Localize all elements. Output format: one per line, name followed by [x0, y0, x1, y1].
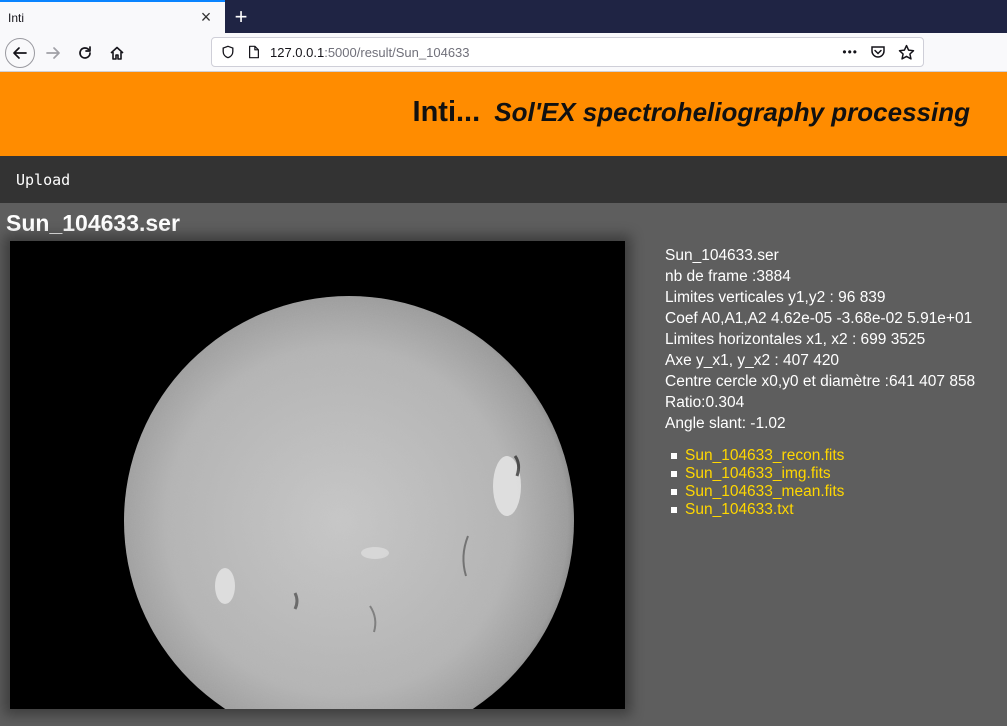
file-info: Sun_104633.ser nb de frame :3884 Limites…: [665, 245, 975, 434]
list-item: Sun_104633_img.fits: [671, 465, 844, 483]
file-link-txt[interactable]: Sun_104633.txt: [685, 501, 794, 519]
browser-tab-bar: Inti × +: [0, 0, 1007, 33]
main-content: Sun_104633.ser Sun_104633.ser nb de fram…: [0, 203, 1007, 709]
info-frame-count: nb de frame :3884: [665, 268, 791, 285]
browser-nav-bar: 127.0.0.1:5000/result/Sun_104633 •••: [0, 33, 1007, 72]
info-circle-center: Centre cercle x0,y0 et diamètre :641 407…: [665, 373, 976, 390]
forward-button[interactable]: [38, 38, 68, 68]
address-bar[interactable]: 127.0.0.1:5000/result/Sun_104633 •••: [211, 37, 924, 67]
app-subtitle: Sol'EX spectroheliography processing: [494, 97, 970, 127]
back-arrow-icon: [13, 47, 27, 59]
file-link-mean[interactable]: Sun_104633_mean.fits: [685, 483, 844, 501]
info-ratio: Ratio:0.304: [665, 394, 745, 411]
sun-image: [10, 241, 625, 709]
browser-tab[interactable]: Inti ×: [0, 0, 225, 33]
app-name: Inti...: [412, 96, 481, 128]
url-actions: •••: [842, 44, 915, 61]
sun-disk-image: [10, 241, 625, 709]
url-text[interactable]: 127.0.0.1:5000/result/Sun_104633: [270, 45, 842, 60]
forward-arrow-icon: [46, 47, 60, 59]
pocket-icon[interactable]: [870, 44, 886, 60]
menu-item-upload[interactable]: Upload: [16, 171, 70, 189]
info-slant-angle: Angle slant: -1.02: [665, 415, 786, 432]
info-horizontal-limits: Limites horizontales x1, x2 : 699 3525: [665, 331, 926, 348]
url-host: 127.0.0.1: [270, 44, 325, 60]
reload-icon: [79, 46, 91, 59]
info-coefficients: Coef A0,A1,A2 4.62e-05 -3.68e-02 5.91e+0…: [665, 310, 973, 327]
shield-icon[interactable]: [220, 45, 236, 59]
home-icon: [110, 46, 124, 60]
list-item: Sun_104633.txt: [671, 501, 844, 519]
file-link-img[interactable]: Sun_104633_img.fits: [685, 465, 831, 483]
site-title: Inti... Sol'EX spectroheliography proces…: [413, 96, 970, 129]
back-button[interactable]: [5, 38, 35, 68]
list-item: Sun_104633_recon.fits: [671, 447, 844, 465]
page-actions-icon[interactable]: •••: [842, 45, 858, 59]
bullet-icon: [671, 507, 677, 513]
bookmark-star-icon[interactable]: [898, 44, 915, 61]
file-link-recon[interactable]: Sun_104633_recon.fits: [685, 447, 844, 465]
info-vertical-limits: Limites verticales y1,y2 : 96 839: [665, 289, 886, 306]
url-path: :5000/result/Sun_104633: [324, 44, 470, 60]
list-item: Sun_104633_mean.fits: [671, 483, 844, 501]
reload-button[interactable]: [70, 38, 100, 68]
tab-title: Inti: [8, 10, 25, 25]
home-button[interactable]: [102, 38, 132, 68]
file-list: Sun_104633_recon.fits Sun_104633_img.fit…: [671, 447, 844, 519]
bullet-icon: [671, 471, 677, 477]
page-title: Sun_104633.ser: [6, 210, 180, 236]
new-tab-button[interactable]: +: [230, 0, 252, 33]
site-header: Inti... Sol'EX spectroheliography proces…: [0, 72, 1007, 156]
nav-menu: Upload: [0, 156, 1007, 203]
info-axis: Axe y_x1, y_x2 : 407 420: [665, 352, 840, 369]
bullet-icon: [671, 489, 677, 495]
close-tab-icon[interactable]: ×: [195, 7, 217, 29]
info-filename: Sun_104633.ser: [665, 247, 779, 264]
bullet-icon: [671, 453, 677, 459]
page-info-icon[interactable]: [246, 45, 262, 59]
